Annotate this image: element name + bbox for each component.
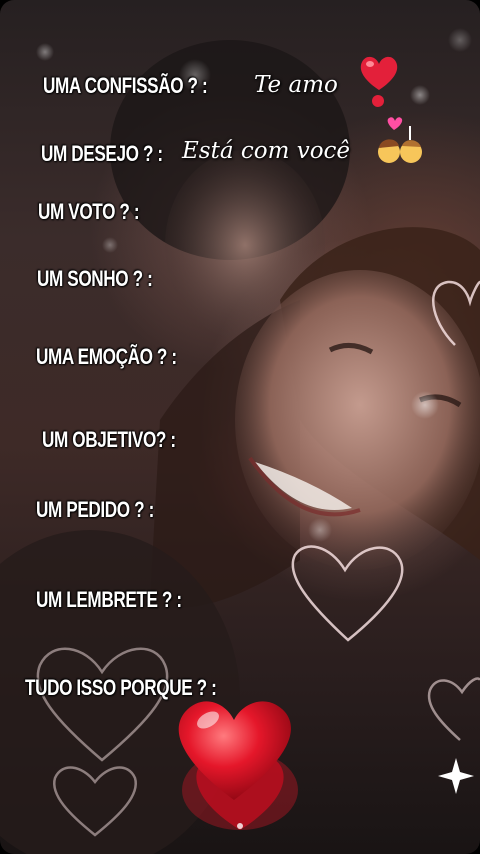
question-dream: UM SONHO ? :	[37, 266, 153, 291]
heart-exclamation-icon	[360, 56, 398, 107]
answer-desire: Está com você	[182, 138, 351, 164]
answer-confession: Te amo	[254, 72, 338, 98]
sparkle-icon	[438, 758, 474, 794]
question-objective: UM OBJETIVO? :	[42, 427, 176, 452]
kissing-couple-icon	[378, 117, 422, 163]
question-request: UM PEDIDO ? :	[36, 497, 154, 522]
question-confession: UMA CONFISSÃO ? :	[43, 73, 208, 98]
question-all-because: TUDO ISSO PORQUE ? :	[25, 675, 217, 700]
question-reminder: UM LEMBRETE ? :	[36, 587, 182, 612]
question-desire: UM DESEJO ? :	[41, 141, 163, 166]
story-frame: UMA CONFISSÃO ? : Te amo UM DESEJO ? : E…	[0, 0, 480, 854]
big-red-heart-icon	[178, 701, 298, 830]
question-emotion: UMA EMOÇÃO ? :	[36, 344, 177, 369]
question-vow: UM VOTO ? :	[38, 199, 140, 224]
